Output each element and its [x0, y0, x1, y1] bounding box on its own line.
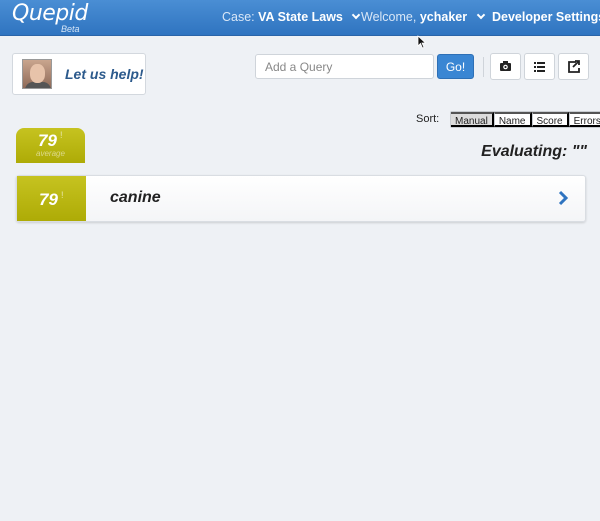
- add-query-input[interactable]: [255, 54, 434, 79]
- query-score: 79: [39, 190, 58, 209]
- sort-name-button[interactable]: Name: [493, 112, 532, 127]
- user-dropdown[interactable]: Welcome, ychaker: [361, 10, 485, 24]
- evaluating-status: Evaluating: "": [481, 143, 587, 160]
- avatar: [22, 59, 52, 89]
- mouse-cursor-icon: [417, 35, 427, 49]
- average-score-tile: 79 ! average: [16, 128, 85, 163]
- developer-settings-link[interactable]: Developer Settings: [492, 10, 600, 24]
- welcome-prefix: Welcome,: [361, 10, 417, 24]
- average-score: 79: [38, 131, 57, 150]
- query-row[interactable]: 79 ! canine: [16, 175, 586, 222]
- chevron-down-icon: [352, 10, 361, 20]
- snapshot-button[interactable]: [490, 53, 521, 80]
- developer-settings-label: Developer Settings: [492, 10, 600, 24]
- list-icon: [534, 62, 545, 72]
- chevron-right-icon[interactable]: [557, 189, 569, 207]
- help-label: Let us help!: [65, 66, 144, 82]
- sort-errors-button[interactable]: Errors: [568, 112, 600, 127]
- sort-score-button[interactable]: Score: [531, 112, 569, 127]
- query-text: canine: [110, 189, 161, 206]
- brand[interactable]: Quepid Beta: [12, 1, 88, 34]
- sort-label: Sort:: [416, 113, 440, 125]
- navbar: Quepid Beta Case: VA State Laws Welcome,…: [0, 0, 600, 36]
- case-prefix: Case:: [222, 10, 255, 24]
- camera-icon: [500, 61, 511, 71]
- help-button[interactable]: Let us help!: [12, 53, 146, 95]
- case-name: VA State Laws: [258, 10, 343, 24]
- queries-list-button[interactable]: [524, 53, 555, 80]
- average-score-marker: !: [60, 130, 63, 140]
- username: ychaker: [419, 10, 468, 24]
- share-icon: [568, 60, 580, 73]
- share-button[interactable]: [558, 53, 589, 80]
- sort-button-group: Manual Name Score Errors: [450, 111, 600, 128]
- avatar-face: [30, 64, 45, 83]
- query-score-marker: !: [61, 190, 64, 200]
- go-button[interactable]: Go!: [437, 54, 474, 79]
- avatar-shirt: [25, 82, 51, 88]
- sort-manual-button[interactable]: Manual: [451, 112, 494, 127]
- toolbar-divider: [483, 57, 484, 77]
- average-label: average: [36, 149, 65, 158]
- query-score-tile: 79 !: [17, 176, 86, 221]
- brand-name: Quepid: [12, 1, 88, 26]
- case-dropdown[interactable]: Case: VA State Laws: [222, 10, 361, 24]
- chevron-down-icon: [476, 10, 485, 20]
- brand-sub: Beta: [61, 24, 80, 34]
